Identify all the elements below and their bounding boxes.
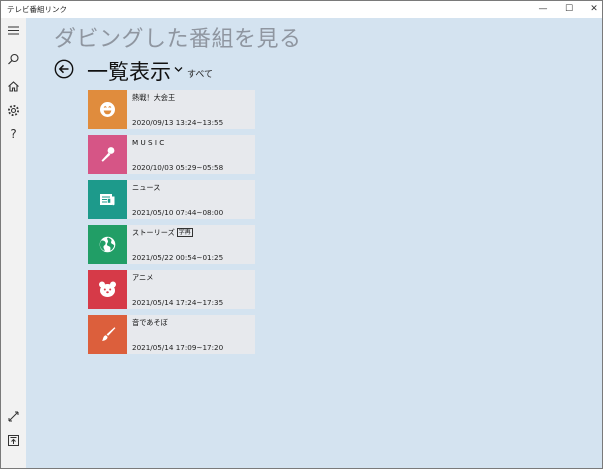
program-card[interactable]: M U S I C 2020/10/03 05:29~05:58 xyxy=(88,135,255,174)
program-name: 音であそぼ xyxy=(132,318,168,327)
list-view-title[interactable]: 一覧表示 xyxy=(87,56,171,86)
globe-icon xyxy=(99,236,116,253)
hamburger-menu-icon[interactable] xyxy=(6,23,21,38)
program-card[interactable]: ニュース 2021/05/10 07:44~08:00 xyxy=(88,180,255,219)
program-time: 2020/10/03 05:29~05:58 xyxy=(132,163,224,172)
settings-gear-icon[interactable] xyxy=(6,103,21,118)
app-window: テレビ番組リンク — ☐ ✕ ? ダビングした番組を見る 一覧表示 すべて 熱戦… xyxy=(0,0,603,469)
program-card[interactable]: 音であそぼ 2021/05/14 17:09~17:20 xyxy=(88,315,255,354)
app-title: テレビ番組リンク xyxy=(7,5,67,14)
help-question-icon[interactable]: ? xyxy=(6,127,21,142)
close-button[interactable]: ✕ xyxy=(579,1,603,18)
paintbrush-icon xyxy=(102,327,116,341)
program-card[interactable]: アニメ 2021/05/14 17:24~17:35 xyxy=(88,270,255,309)
program-thumbnail xyxy=(88,225,127,264)
program-thumbnail xyxy=(88,180,127,219)
program-time: 2020/09/13 13:24~13:55 xyxy=(132,118,224,127)
program-time: 2021/05/14 17:24~17:35 xyxy=(132,298,224,307)
program-name: ストーリーズ 字再 xyxy=(132,228,193,238)
title-bar: テレビ番組リンク — ☐ ✕ xyxy=(1,1,602,18)
filter-label[interactable]: すべて xyxy=(187,67,213,80)
fullscreen-arrows-icon[interactable] xyxy=(6,409,21,424)
program-name: 熱戦！大会王 xyxy=(132,93,176,102)
program-name: アニメ xyxy=(132,273,154,282)
subtitle-rebroadcast-badge: 字再 xyxy=(176,228,193,237)
newspaper-icon xyxy=(100,194,115,206)
program-name-text: ストーリーズ xyxy=(132,228,175,237)
program-card[interactable]: ストーリーズ 字再 2021/05/22 00:54~01:25 xyxy=(88,225,255,264)
microphone-icon xyxy=(101,147,115,162)
program-name: ニュース xyxy=(132,183,161,192)
smiley-face-icon xyxy=(100,102,115,117)
program-time: 2021/05/14 17:09~17:20 xyxy=(132,343,224,352)
program-thumbnail xyxy=(88,135,127,174)
home-icon[interactable] xyxy=(6,79,21,94)
sidebar: ? xyxy=(1,18,26,468)
program-thumbnail xyxy=(88,90,127,129)
chevron-down-icon[interactable] xyxy=(173,64,184,75)
page-title: ダビングした番組を見る xyxy=(54,27,302,52)
search-icon[interactable] xyxy=(6,52,21,67)
program-time: 2021/05/22 00:54~01:25 xyxy=(132,253,224,262)
bear-face-icon xyxy=(99,281,116,297)
program-time: 2021/05/10 07:44~08:00 xyxy=(132,208,224,217)
back-button[interactable] xyxy=(54,59,74,79)
upload-icon[interactable] xyxy=(6,433,21,448)
program-thumbnail xyxy=(88,270,127,309)
program-card[interactable]: 熱戦！大会王 2020/09/13 13:24~13:55 xyxy=(88,90,255,129)
program-name: M U S I C xyxy=(132,138,165,147)
program-thumbnail xyxy=(88,315,127,354)
